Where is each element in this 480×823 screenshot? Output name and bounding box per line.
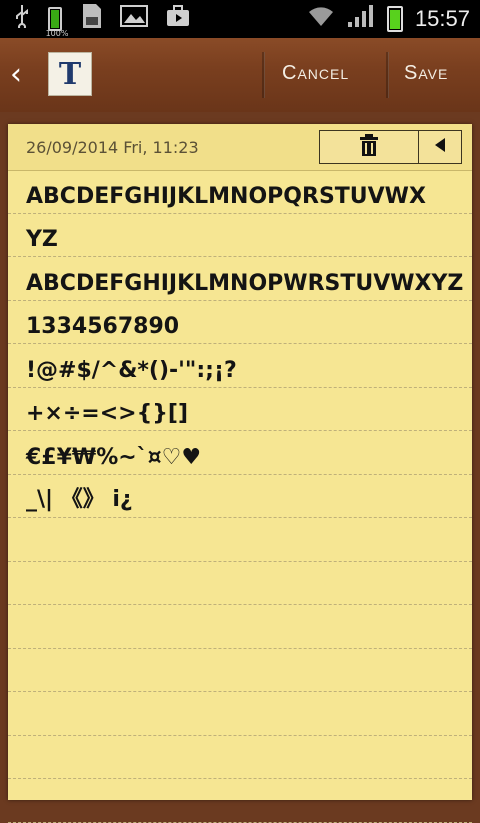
note-line-text: ABCDEFGHIJKLMNOPQRSTUVWX	[26, 183, 426, 209]
cancel-button[interactable]: Cancel	[282, 62, 349, 85]
status-notifications: 100%	[14, 3, 190, 38]
note-line[interactable]: +×÷=<>{}[]	[8, 388, 472, 431]
status-time: 15:57	[414, 6, 470, 31]
note-date: 26/09/2014 Fri, 11:23	[26, 138, 199, 157]
back-chevron-icon[interactable]: ‹	[10, 60, 22, 90]
note-line[interactable]: ABCDEFGHIJKLMNOPQRSTUVWX	[8, 170, 472, 214]
note-line-text: !@#$/^&*()-'":;¡?	[26, 357, 237, 383]
note-line[interactable]	[8, 518, 472, 562]
note-line[interactable]: ABCDEFGHIJKLMNOPWRSTUVWXYZ	[8, 257, 472, 301]
note-line-text: ABCDEFGHIJKLMNOPWRSTUVWXYZ	[26, 270, 464, 296]
app-icon[interactable]: T	[48, 52, 92, 96]
app-icon-letter: T	[58, 56, 82, 92]
note-line[interactable]	[8, 649, 472, 692]
note-body[interactable]: ABCDEFGHIJKLMNOPQRSTUVWX YZ ABCDEFGHIJKLMN…	[8, 170, 472, 823]
note-line[interactable]	[8, 562, 472, 605]
toolbar-divider	[386, 52, 389, 98]
delete-button[interactable]	[319, 130, 419, 164]
note-line[interactable]	[8, 605, 472, 649]
triangle-left-icon	[433, 137, 447, 157]
status-system: 15:57	[307, 4, 470, 34]
note-header: 26/09/2014 Fri, 11:23	[8, 124, 472, 171]
status-bar: 100% 15:57	[0, 0, 480, 38]
note-line-text: _\| 《》 i¿	[26, 487, 133, 512]
battery-icon: 100%	[46, 7, 68, 38]
save-button[interactable]: Save	[404, 62, 448, 85]
sd-card-icon	[80, 3, 102, 35]
image-icon	[120, 4, 148, 34]
note-line[interactable]	[8, 692, 472, 736]
note-line-text: 1334567890	[26, 314, 180, 339]
signal-icon	[347, 4, 375, 34]
note-line[interactable]: 1334567890	[8, 301, 472, 344]
battery-percent-label: 100%	[45, 29, 69, 38]
note-line-text: +×÷=<>{}[]	[26, 401, 189, 426]
note-line[interactable]: €£¥₩%~`¤♡♥	[8, 431, 472, 475]
toolbar: ‹ T Cancel Save	[0, 38, 480, 112]
usb-icon	[14, 4, 30, 34]
note-line-text: YZ	[26, 227, 58, 252]
note-line[interactable]	[8, 736, 472, 779]
note-line[interactable]: YZ	[8, 214, 472, 257]
wifi-icon	[307, 4, 335, 34]
battery-icon	[386, 6, 403, 32]
briefcase-icon	[166, 4, 190, 34]
note-line[interactable]	[8, 779, 472, 823]
toolbar-divider	[262, 52, 265, 98]
note-line-text: €£¥₩%~`¤♡♥	[26, 444, 202, 470]
trash-icon	[358, 133, 380, 161]
collapse-button[interactable]	[418, 130, 462, 164]
note-line[interactable]: _\| 《》 i¿	[8, 475, 472, 518]
note-line[interactable]: !@#$/^&*()-'":;¡?	[8, 344, 472, 388]
note-page[interactable]: 26/09/2014 Fri, 11:23 ABCDEFGHIJKLMNOPQR…	[8, 124, 472, 823]
